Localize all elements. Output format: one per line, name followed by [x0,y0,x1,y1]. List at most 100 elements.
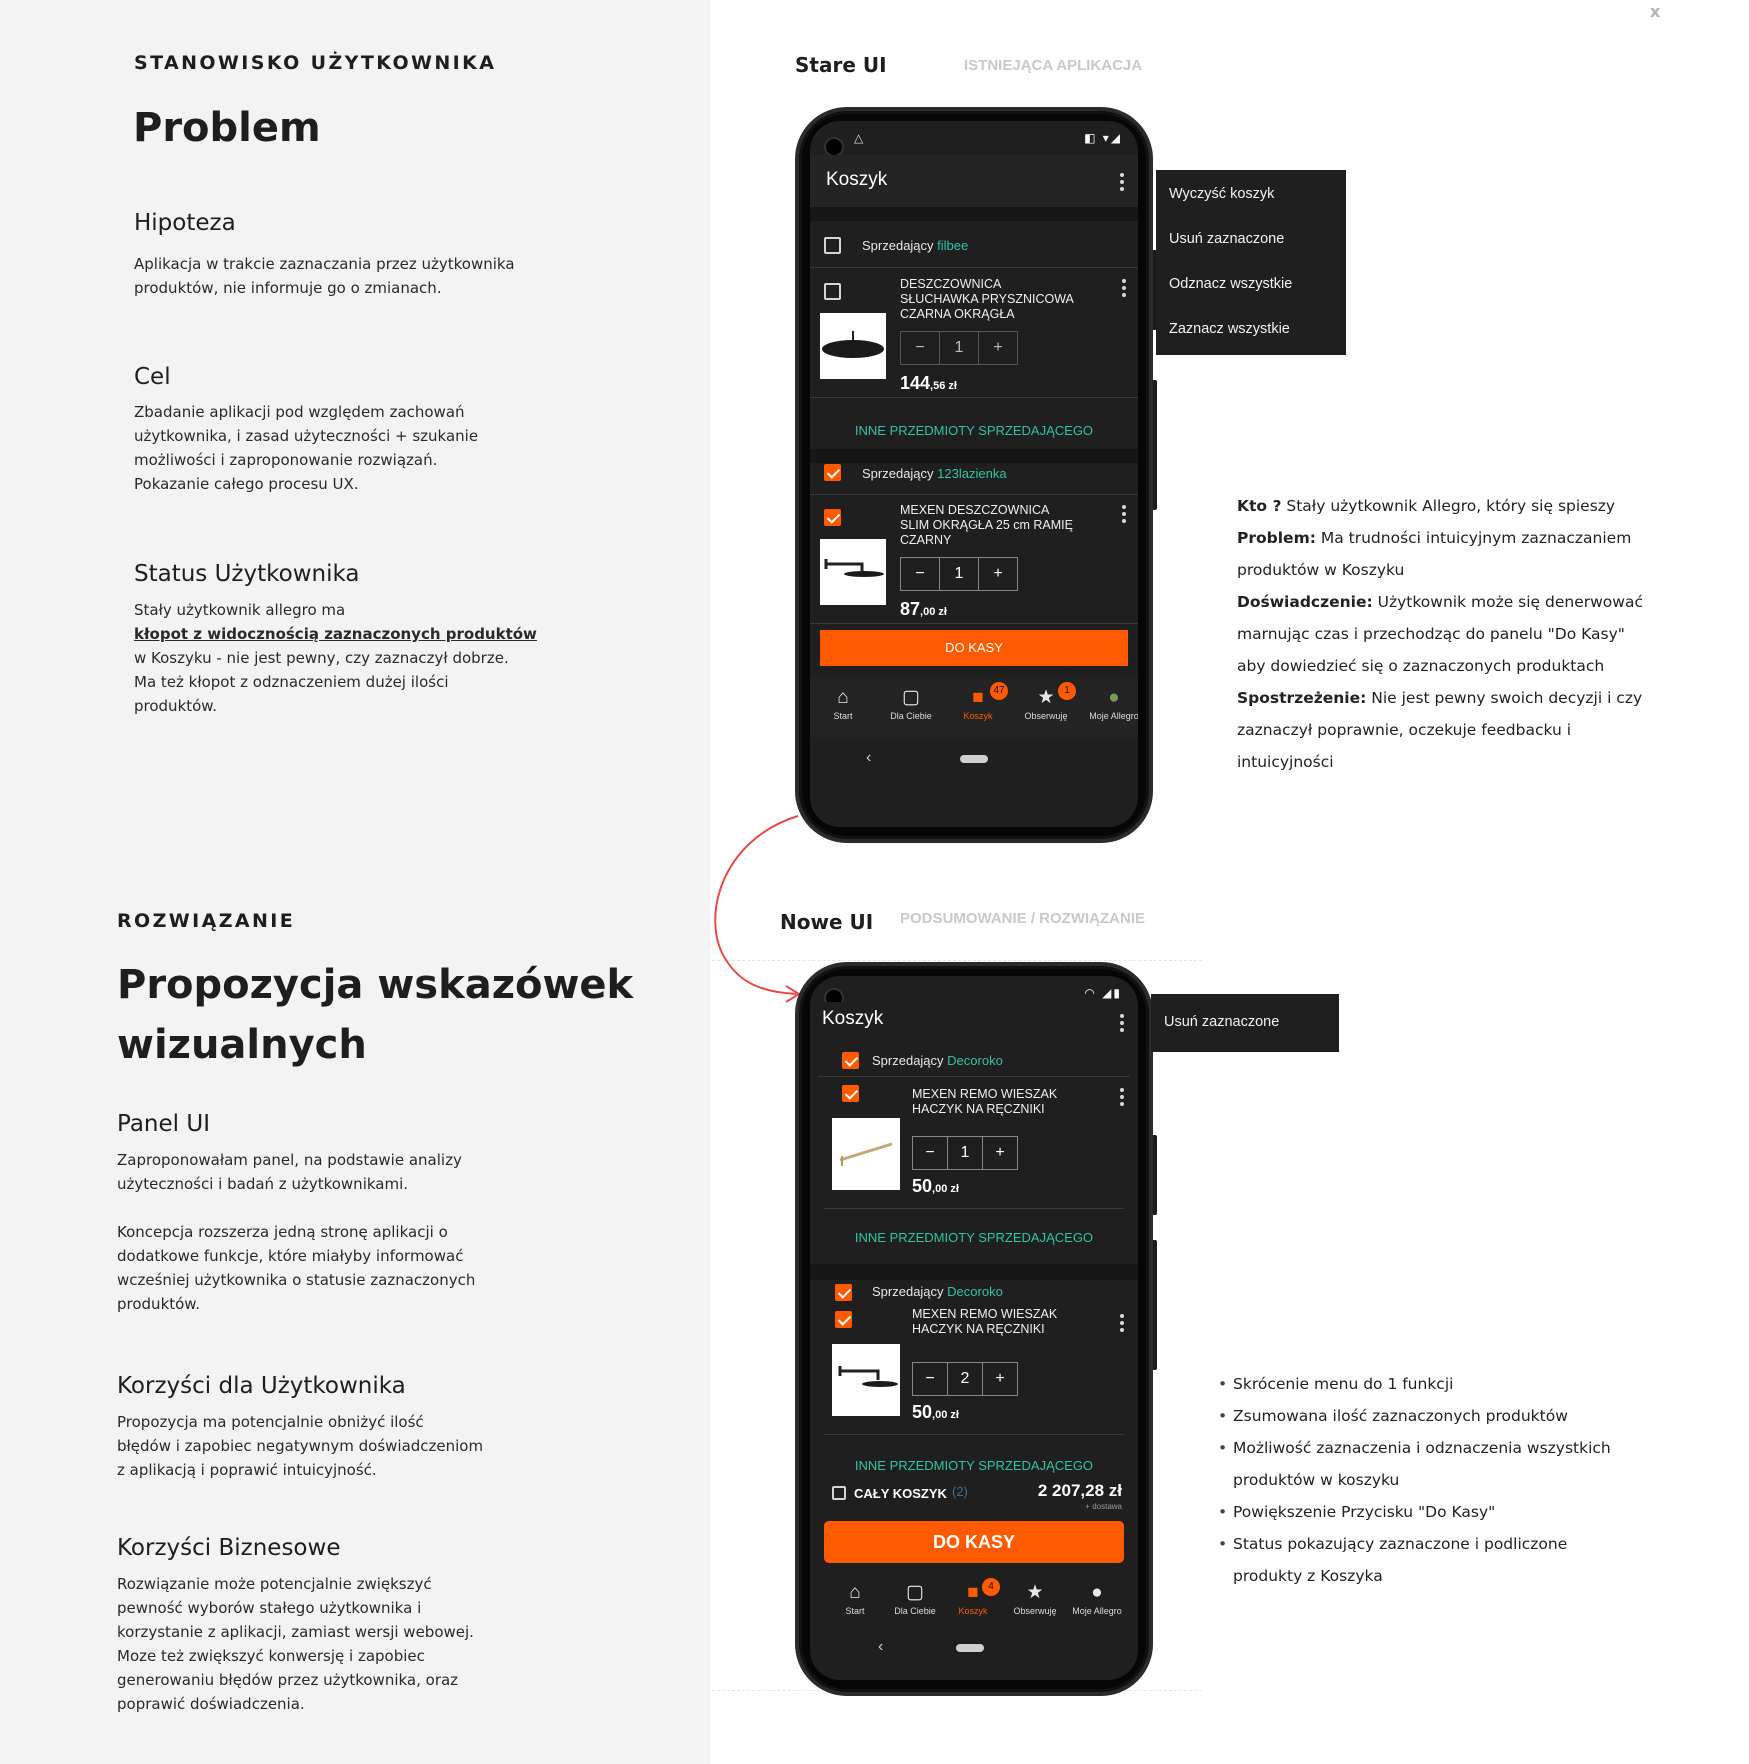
status-bar: △ ◧ ▾◢ [810,121,1138,157]
back-icon[interactable]: ‹ [866,749,871,767]
quantity-stepper[interactable]: −1 + [900,557,1018,591]
plus-icon[interactable]: + [979,332,1017,364]
nav-start[interactable]: ⌂ Start [810,687,878,721]
more-menu-icon[interactable] [1120,1014,1124,1035]
seller-name-link[interactable]: filbee [937,238,968,253]
old-ui-subtitle: ISTNIEJĄCA APLIKACJA [964,57,1143,74]
cart-count-badge: 4 [982,1578,1000,1596]
bottom-nav: ⌂ Start ▢ Dla Ciebie ■ Koszyk 4 ★ Obserwuję … [810,1572,1138,1632]
item-checkbox[interactable] [842,1085,859,1102]
product-thumbnail[interactable] [832,1118,900,1190]
plus-icon[interactable]: + [979,558,1017,590]
panel-text: Zaproponowałam panel, na podstawie anali… [117,1148,557,1316]
persona-label: Problem: [1237,529,1316,547]
nav-moje-allegro[interactable]: ● Moje Allegro [1079,687,1138,721]
hipoteza-heading: Hipoteza [134,210,236,236]
cart-total: 2 207,28 zł [1037,1481,1122,1500]
quantity-stepper[interactable]: −1 + [900,331,1018,365]
whole-cart-label[interactable]: CAŁY KOSZYK [854,1486,947,1501]
minus-icon[interactable]: − [901,332,940,364]
towel-hook-image [839,1142,893,1166]
product-thumbnail[interactable] [820,539,886,605]
product-thumbnail[interactable] [832,1344,900,1416]
shower-head-image [822,331,884,358]
shipping-note: + dostawa [1085,1502,1122,1511]
app-bar: Koszyk [810,155,1138,207]
divider [810,397,1138,398]
menu-item-deselect-all[interactable]: Odznacz wszystkie [1169,276,1292,292]
product-price: 144,56 zł [900,373,957,394]
quantity-stepper[interactable]: −1 + [912,1136,1018,1170]
product-name[interactable]: MEXEN REMO WIESZAK HACZYK NA RĘCZNIKI [912,1087,1072,1117]
price-main: 50 [912,1402,933,1422]
nav-obserwuje[interactable]: ★ Obserwuję [1000,1582,1070,1616]
persona-label: Doświadczenie: [1237,593,1373,611]
divider [818,1076,1130,1077]
korzysci-user-heading: Korzyści dla Użytkownika [117,1373,406,1399]
item-checkbox[interactable] [824,509,841,526]
nav-label: Dla Ciebie [894,1606,936,1616]
nav-label: Start [833,711,853,721]
close-button[interactable]: x [1650,2,1660,21]
plus-icon[interactable]: + [983,1137,1017,1169]
seller-name-link[interactable]: Decoroko [947,1284,1003,1299]
minus-icon[interactable]: − [913,1363,948,1395]
back-icon[interactable]: ‹ [878,1638,883,1656]
plus-icon[interactable]: + [983,1363,1017,1395]
nav-dla-ciebie[interactable]: ▢ Dla Ciebie [876,687,946,721]
old-overflow-menu: Wyczyść koszyk Usuń zaznaczone Odznacz w… [1156,170,1346,355]
minus-icon[interactable]: − [901,558,940,590]
panel-heading: Panel UI [117,1111,210,1137]
item-checkbox[interactable] [835,1311,852,1328]
warning-icon: △ [854,131,864,145]
app-bar: Koszyk [810,1002,1138,1042]
other-items-link[interactable]: INNE PRZEDMIOTY SPRZEDAJĄCEGO [810,1458,1138,1473]
more-menu-icon[interactable] [1120,173,1124,194]
persona-label: Spostrzeżenie: [1237,689,1367,707]
nav-label: Moje Allegro [1072,1606,1122,1616]
status-icons: ◠ ◢▮ [1084,986,1122,1000]
seller-label: Sprzedający [862,238,934,253]
item-more-icon[interactable] [1122,505,1126,526]
seller-checkbox[interactable] [824,237,841,254]
menu-item-remove-selected[interactable]: Usuń zaznaczone [1169,231,1284,247]
nav-moje-allegro[interactable]: ● Moje Allegro [1062,1582,1132,1616]
product-price: 50,00 zł [912,1176,959,1197]
item-more-icon[interactable] [1122,279,1126,300]
quantity-stepper[interactable]: −2 + [912,1362,1018,1396]
seller-checkbox[interactable] [824,464,841,481]
seller-checkbox[interactable] [835,1284,852,1301]
minus-icon[interactable]: − [913,1137,948,1169]
shower-arm-image [824,559,884,577]
menu-item-clear-cart[interactable]: Wyczyść koszyk [1169,186,1274,202]
quantity-value: 1 [940,558,979,590]
select-all-checkbox[interactable] [832,1486,846,1500]
product-name[interactable]: MEXEN DESZCZOWNICA SLIM OKRĄGŁA 25 cm RA… [900,503,1080,548]
app-bar-title: Koszyk [826,169,888,190]
product-name[interactable]: MEXEN REMO WIESZAK HACZYK NA RĘCZNIKI [912,1307,1072,1337]
item-more-icon[interactable] [1120,1314,1124,1335]
seller-name-link[interactable]: 123lazienka [937,466,1006,481]
item-checkbox[interactable] [824,283,841,300]
selected-count: (2) [952,1484,968,1499]
seller-checkbox[interactable] [842,1052,859,1069]
menu-item-select-all[interactable]: Zaznacz wszystkie [1169,321,1290,337]
product-name[interactable]: DESZCZOWNICA SŁUCHAWKA PRYSZNICOWA CZARN… [900,277,1080,322]
home-pill[interactable] [956,1644,984,1652]
seller-row: Sprzedający 123lazienka [862,466,1007,481]
persona-text: Stały użytkownik Allegro, który się spie… [1281,497,1616,515]
section-eyebrow-problem: STANOWISKO UŻYTKOWNIKA [134,52,497,74]
item-more-icon[interactable] [1120,1088,1124,1109]
status-icons: ◧ ▾◢ [1084,131,1122,145]
other-items-link[interactable]: INNE PRZEDMIOTY SPRZEDAJĄCEGO [810,423,1138,438]
seller-label: Sprzedający [862,466,934,481]
home-pill[interactable] [960,755,988,763]
product-thumbnail[interactable] [820,313,886,379]
other-items-link[interactable]: INNE PRZEDMIOTY SPRZEDAJĄCEGO [810,1230,1138,1245]
seller-name-link[interactable]: Decoroko [947,1053,1003,1068]
nav-label: Koszyk [958,1606,988,1616]
solution-title-line1: Propozycja wskazówek [117,962,634,1008]
checkout-button[interactable]: DO KASY [820,630,1128,666]
menu-item-remove-selected[interactable]: Usuń zaznaczone [1164,1014,1279,1030]
checkout-button[interactable]: DO KASY [824,1521,1124,1563]
